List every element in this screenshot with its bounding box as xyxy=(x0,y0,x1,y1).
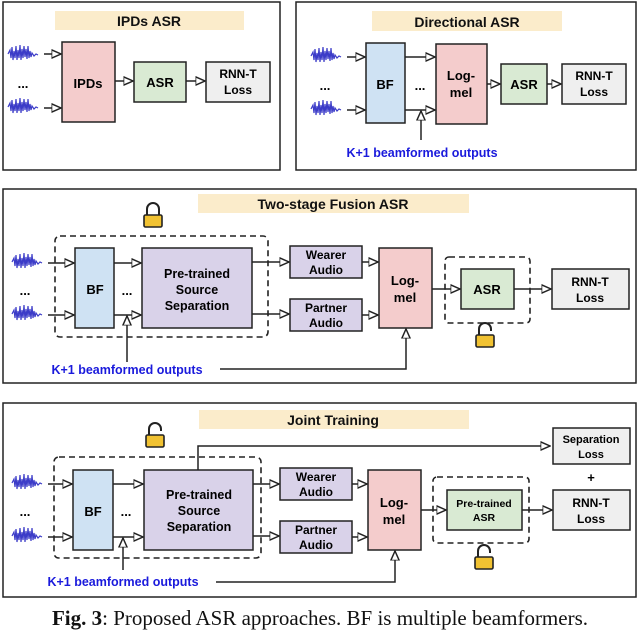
asr-label: Pre-trained xyxy=(456,498,511,510)
panel-title: Directional ASR xyxy=(414,14,519,30)
logmel-label: mel xyxy=(394,290,416,305)
beamformed-outputs-annotation: K+1 beamformed outputs xyxy=(51,363,202,377)
ellipsis: ... xyxy=(20,504,31,519)
separation-label: Pre-trained xyxy=(164,267,230,281)
caption-text: : Proposed ASR approaches. BF is multipl… xyxy=(102,606,589,630)
ellipsis: ... xyxy=(320,78,331,93)
asr-label: ASR xyxy=(473,282,501,297)
separation-label: Source xyxy=(176,283,218,297)
ellipsis: ... xyxy=(415,78,426,93)
loss-label: Loss xyxy=(580,85,608,99)
panel-joint-training: Joint Training ... BF ... Pre-trained So… xyxy=(2,402,637,598)
logmel-label: Log- xyxy=(380,495,408,510)
logmel-label: mel xyxy=(450,85,472,100)
ellipsis: ... xyxy=(18,76,29,91)
logmel-block xyxy=(367,469,422,551)
bf-label: BF xyxy=(376,77,393,92)
loss-label: Loss xyxy=(224,83,252,97)
panel-ipds-asr: IPDs ASR ... IPDs ASR RNN-T Loss xyxy=(2,1,281,171)
wearer-audio-label: Wearer xyxy=(296,470,337,484)
wearer-audio-label: Wearer xyxy=(306,248,347,262)
logmel-label: Log- xyxy=(447,68,475,83)
bf-label: BF xyxy=(86,282,103,297)
loss-label: RNN-T xyxy=(575,69,613,83)
beamformed-outputs-annotation: K+1 beamformed outputs xyxy=(47,575,198,589)
ellipsis: ... xyxy=(121,504,132,519)
asr-label: ASR xyxy=(510,77,538,92)
panel-title: Joint Training xyxy=(287,412,379,428)
separation-label: Separation xyxy=(167,520,232,534)
panel-two-stage-fusion-asr: Two-stage Fusion ASR ... BF ... Pre-trai… xyxy=(2,188,637,384)
wearer-audio-label: Audio xyxy=(309,263,343,277)
wearer-audio-label: Audio xyxy=(299,485,333,499)
diagram: IPDs ASR ... IPDs ASR RNN-T Loss Directi… xyxy=(2,1,637,598)
panel-directional-asr: Directional ASR ... BF ... K+1 beamforme… xyxy=(295,1,637,171)
logmel-block xyxy=(378,247,433,329)
panel-title: Two-stage Fusion ASR xyxy=(258,196,409,212)
ellipsis: ... xyxy=(20,283,31,298)
ellipsis: ... xyxy=(122,283,133,298)
loss-label: RNN-T xyxy=(571,275,609,289)
panel-title: IPDs ASR xyxy=(117,13,181,29)
separation-label: Pre-trained xyxy=(166,488,232,502)
bf-label: BF xyxy=(84,504,101,519)
pretrained-asr-block xyxy=(446,489,523,531)
separation-label: Source xyxy=(178,504,220,518)
separation-label: Separation xyxy=(165,299,230,313)
asr-label: ASR xyxy=(146,75,174,90)
asr-label: ASR xyxy=(473,512,496,524)
separation-loss-label: Loss xyxy=(578,449,604,461)
partner-audio-label: Partner xyxy=(295,523,337,537)
figure-caption: Fig. 3: Proposed ASR approaches. BF is m… xyxy=(0,606,640,631)
loss-label: RNN-T xyxy=(572,496,610,510)
logmel-label: Log- xyxy=(391,273,419,288)
ipds-label: IPDs xyxy=(74,76,103,91)
plus-sign: + xyxy=(587,470,595,485)
logmel-label: mel xyxy=(383,512,405,527)
separation-loss-label: Separation xyxy=(563,434,620,446)
partner-audio-label: Audio xyxy=(309,316,343,330)
loss-label: Loss xyxy=(576,291,604,305)
figure-label: Fig. 3 xyxy=(51,606,103,630)
beamformed-outputs-annotation: K+1 beamformed outputs xyxy=(346,146,497,160)
partner-audio-label: Partner xyxy=(305,301,347,315)
loss-label: Loss xyxy=(577,512,605,526)
logmel-block xyxy=(435,43,488,125)
partner-audio-label: Audio xyxy=(299,538,333,552)
loss-label: RNN-T xyxy=(219,67,257,81)
